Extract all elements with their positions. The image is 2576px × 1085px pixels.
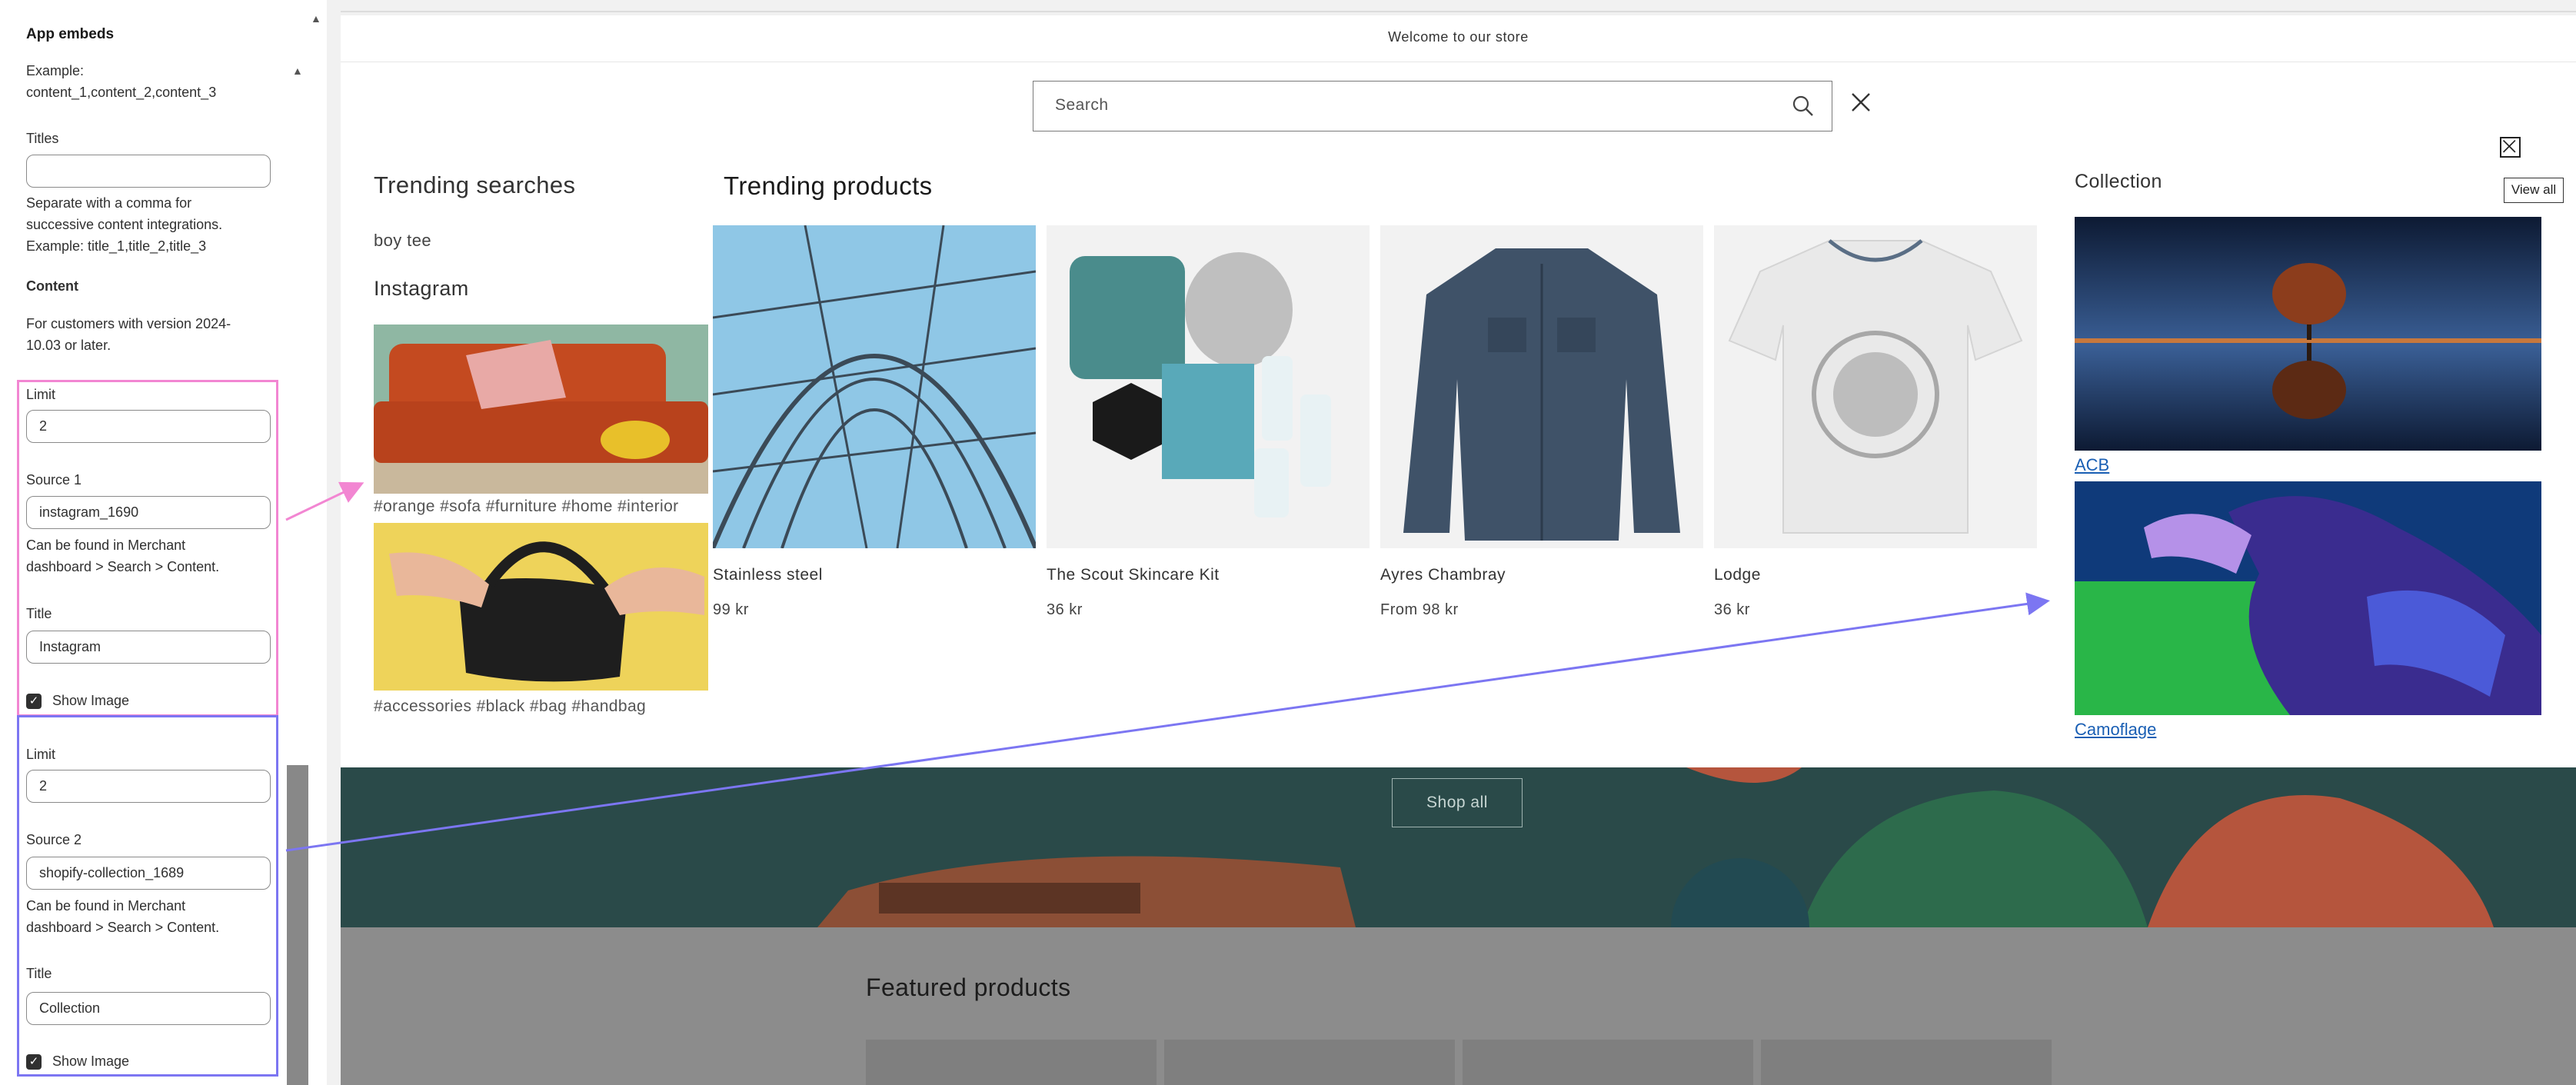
search-icon[interactable] (1791, 94, 1816, 118)
panel-header: App embeds (26, 26, 115, 42)
collection-title: Collection (2075, 171, 2162, 192)
content-heading: Content (26, 278, 78, 294)
trending-products-title: Trending products (724, 171, 933, 200)
content-help-line: 10.03 or later. (26, 338, 111, 353)
titles-help-line: Example: title_1,title_2,title_3 (26, 238, 207, 254)
trending-search-link[interactable]: boy tee (374, 231, 431, 251)
featured-product-card[interactable] (1463, 1040, 1753, 1085)
view-all-button[interactable]: View all (2504, 178, 2564, 203)
search-placeholder: Search (1055, 96, 1109, 114)
collection-image-camoflage[interactable] (2075, 481, 2541, 715)
titles-input[interactable] (26, 155, 271, 188)
product-price: 36 kr (1714, 601, 1750, 618)
content-help-line: For customers with version 2024- (26, 316, 231, 331)
collection-link-camoflage[interactable]: Camoflage (2075, 720, 2156, 740)
preview-top-border (341, 11, 2576, 12)
titles-help: Separate with a comma for successive con… (26, 192, 222, 257)
shop-all-button[interactable]: Shop all (1392, 778, 1523, 827)
product-price: 99 kr (713, 601, 749, 618)
store-preview: Welcome to our store Search Trending sea… (341, 15, 2576, 1085)
product-image (1714, 225, 2037, 548)
instagram-caption: #orange #sofa #furniture #home #interior (374, 498, 679, 515)
collapse-caret-icon[interactable]: ▲ (311, 12, 321, 25)
product-image (711, 225, 1038, 550)
titles-help-line: successive content integrations. (26, 217, 223, 232)
settings-panel: App embeds ▲ ▲ Example: content_1,conten… (0, 0, 327, 1085)
instagram-block-highlight (17, 380, 278, 717)
titles-help-line: Separate with a comma for (26, 195, 192, 211)
close-icon[interactable] (2500, 137, 2521, 158)
product-image (1047, 225, 1370, 548)
product-card[interactable]: Lodge 36 kr (1714, 225, 2037, 619)
featured-product-card[interactable] (1164, 1040, 1455, 1085)
featured-product-card[interactable] (1761, 1040, 2052, 1085)
product-card[interactable]: Ayres Chambray From 98 kr (1380, 225, 1703, 619)
collection-image-acb[interactable] (2075, 217, 2541, 451)
product-price: 36 kr (1047, 601, 1083, 618)
panel-gutter (327, 0, 334, 1085)
titles-label: Titles (26, 131, 59, 146)
search-input[interactable]: Search (1033, 81, 1832, 131)
content-help: For customers with version 2024- 10.03 o… (26, 313, 231, 356)
instagram-caption: #accessories #black #bag #handbag (374, 697, 647, 715)
featured-section (341, 927, 2576, 1085)
product-name: Ayres Chambray (1380, 566, 1506, 584)
example-text: Example: content_1,content_2,content_3 (26, 60, 216, 103)
featured-product-card[interactable] (866, 1040, 1157, 1085)
example-label: Example: (26, 63, 85, 78)
instagram-image-sofa[interactable] (374, 325, 708, 494)
panel-scrollbar[interactable] (287, 765, 308, 1085)
trending-searches-title: Trending searches (374, 171, 576, 198)
collection-block-highlight (17, 715, 278, 1077)
product-image (1380, 225, 1703, 548)
product-name: The Scout Skincare Kit (1047, 566, 1220, 584)
close-icon[interactable] (1849, 91, 1872, 114)
section-caret-icon[interactable]: ▲ (292, 65, 303, 77)
product-name: Lodge (1714, 566, 1761, 584)
product-card[interactable]: Stainless steel 99 kr (711, 225, 1038, 619)
example-value: content_1,content_2,content_3 (26, 85, 217, 100)
featured-products-title: Featured products (866, 974, 1071, 1001)
announcement-bar: Welcome to our store (1388, 29, 1529, 45)
collection-link-acb[interactable]: ACB (2075, 455, 2109, 475)
product-price: From 98 kr (1380, 601, 1459, 618)
product-name: Stainless steel (713, 566, 823, 584)
product-card[interactable]: The Scout Skincare Kit 36 kr (1047, 225, 1370, 619)
instagram-title: Instagram (374, 277, 469, 300)
instagram-image-handbag[interactable] (374, 523, 708, 691)
